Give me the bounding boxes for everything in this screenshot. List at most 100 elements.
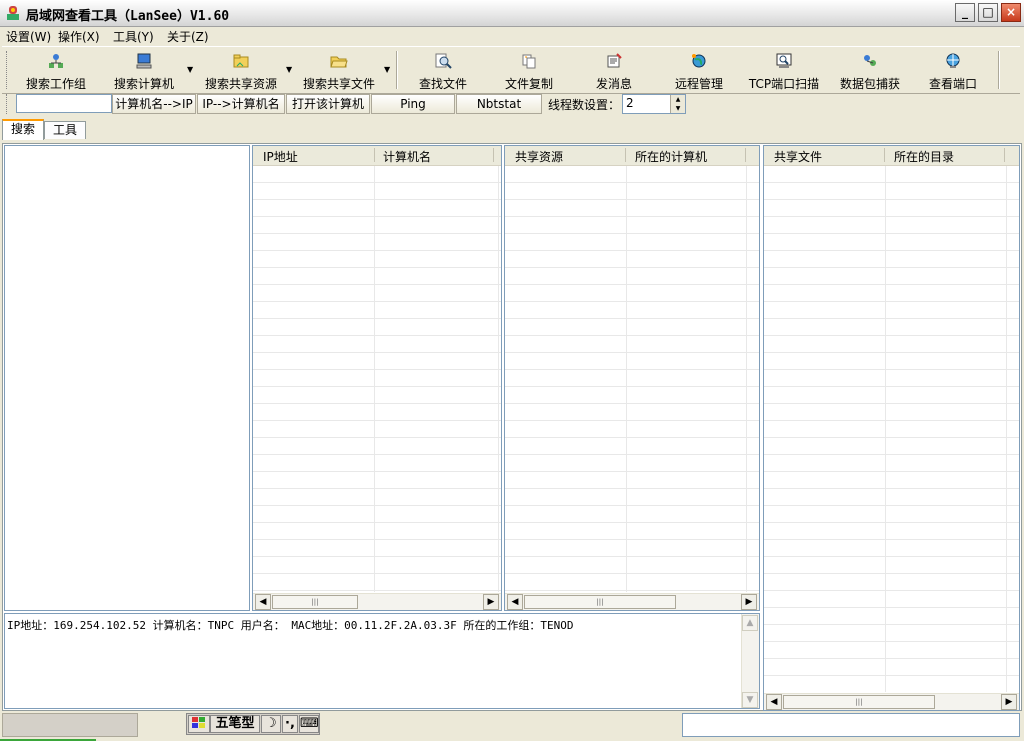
search-workgroup-label: 搜索工作组 — [25, 77, 86, 91]
scroll-left-icon[interactable]: ◀ — [255, 594, 271, 610]
scroll-down-icon[interactable]: ▼ — [742, 692, 758, 708]
scroll-thumb[interactable]: ||| — [524, 595, 676, 609]
host-info-vscrollbar[interactable]: ▲ ▼ — [741, 614, 759, 708]
column-gridline — [1006, 166, 1007, 692]
tab-tools[interactable]: 工具 — [44, 121, 87, 139]
menu-operation[interactable]: 操作(X) — [58, 28, 100, 45]
column-gridline — [498, 166, 499, 592]
ime-mode-label[interactable]: 五笔型 — [210, 715, 260, 733]
computer-list[interactable]: IP地址 计算机名 ◀ ||| ▶ — [252, 145, 502, 611]
thread-count-spinner[interactable]: 2 ▲ ▼ — [622, 94, 686, 114]
status-panel — [2, 713, 138, 737]
find-file-button[interactable]: 查找文件 — [410, 53, 476, 91]
scroll-right-icon[interactable]: ▶ — [483, 594, 499, 610]
title-bar: 局域网查看工具（LanSee）V1.60 _ □ × — [0, 0, 1024, 27]
ime-keyboard-icon[interactable]: ⌨ — [299, 715, 319, 733]
scroll-up-icon[interactable]: ▲ — [742, 615, 758, 631]
search-computer-button[interactable]: 搜索计算机 — [106, 53, 182, 91]
column-divider[interactable] — [745, 148, 746, 162]
column-share-resource[interactable]: 共享资源 — [515, 148, 563, 165]
lookup-toolbar: 计算机名-->IP IP-->计算机名 打开该计算机 Ping Nbtstat … — [2, 92, 1020, 116]
globe-icon — [692, 54, 706, 68]
remote-manage-button[interactable]: 远程管理 — [666, 53, 732, 91]
name-to-ip-button[interactable]: 计算机名-->IP — [112, 94, 196, 114]
spin-down-icon[interactable]: ▼ — [671, 104, 685, 113]
search-shares-dropdown-icon[interactable]: ▼ — [286, 65, 292, 74]
network-tree-panel[interactable] — [4, 145, 250, 611]
menu-tools[interactable]: 工具(Y) — [113, 28, 154, 45]
toolbar-separator — [396, 51, 398, 89]
workgroup-icon — [49, 54, 63, 68]
thread-count-label: 线程数设置： — [548, 98, 621, 112]
menu-about[interactable]: 关于(Z) — [167, 28, 209, 45]
search-shares-button[interactable]: 搜索共享资源 — [200, 53, 282, 91]
share-list-hscrollbar[interactable]: ◀ ||| ▶ — [505, 593, 759, 610]
shared-file-list[interactable]: 共享文件 所在的目录 ◀ ||| ▶ — [763, 145, 1020, 711]
status-message-panel — [682, 713, 1020, 737]
scroll-left-icon[interactable]: ◀ — [507, 594, 523, 610]
minimize-button[interactable]: _ — [955, 3, 975, 22]
lookup-toolbar-grip[interactable] — [6, 94, 10, 114]
app-icon — [7, 6, 19, 20]
search-shared-files-label: 搜索共享文件 — [302, 77, 375, 91]
search-shares-label: 搜索共享资源 — [204, 77, 277, 91]
computer-list-rows — [253, 166, 501, 592]
column-ip-address[interactable]: IP地址 — [263, 148, 298, 165]
copy-file-button[interactable]: 文件复制 — [496, 53, 562, 91]
column-host-computer[interactable]: 所在的计算机 — [635, 148, 707, 165]
column-divider[interactable] — [374, 148, 375, 162]
ping-button[interactable]: Ping — [371, 94, 455, 114]
thread-count-value[interactable]: 2 — [626, 96, 634, 110]
column-computer-name[interactable]: 计算机名 — [383, 148, 431, 165]
scroll-right-icon[interactable]: ▶ — [1001, 694, 1017, 710]
column-divider[interactable] — [1004, 148, 1005, 162]
share-list[interactable]: 共享资源 所在的计算机 ◀ ||| ▶ — [504, 145, 760, 611]
column-divider[interactable] — [884, 148, 885, 162]
tab-search[interactable]: 搜索 — [2, 119, 45, 140]
column-shared-file[interactable]: 共享文件 — [774, 148, 822, 165]
host-input[interactable] — [16, 94, 112, 113]
ime-windows-icon — [192, 717, 205, 728]
search-computer-label: 搜索计算机 — [113, 77, 174, 91]
toolbar-grip[interactable] — [6, 51, 10, 89]
column-divider[interactable] — [493, 148, 494, 162]
search-shared-files-dropdown-icon[interactable]: ▼ — [384, 65, 390, 74]
ip-to-name-button[interactable]: IP-->计算机名 — [197, 94, 285, 114]
column-divider[interactable] — [625, 148, 626, 162]
tcp-port-scan-button[interactable]: TCP端口扫描 — [746, 53, 822, 91]
host-info-text: IP地址：169.254.102.52 计算机名：TNPC 用户名： MAC地址… — [7, 619, 574, 632]
ime-halfwidth-icon[interactable]: ☽ — [261, 715, 281, 733]
search-shared-files-button[interactable]: 搜索共享文件 — [298, 53, 380, 91]
open-computer-button[interactable]: 打开该计算机 — [286, 94, 370, 114]
nbtstat-button[interactable]: Nbtstat — [456, 94, 542, 114]
menu-settings[interactable]: 设置(W) — [6, 28, 51, 45]
search-workgroup-button[interactable]: 搜索工作组 — [20, 53, 92, 91]
host-info-textarea[interactable]: IP地址：169.254.102.52 计算机名：TNPC 用户名： MAC地址… — [4, 613, 760, 709]
find-file-label: 查找文件 — [418, 77, 467, 91]
scroll-right-icon[interactable]: ▶ — [741, 594, 757, 610]
column-gridline — [746, 166, 747, 592]
ime-toolbar[interactable]: 五笔型 ☽ ·, ⌨ — [186, 713, 320, 735]
shared-file-list-hscrollbar[interactable]: ◀ ||| ▶ — [764, 693, 1019, 710]
shared-folder-icon — [233, 54, 249, 68]
column-directory[interactable]: 所在的目录 — [894, 148, 954, 165]
ime-logo-icon[interactable] — [188, 715, 210, 733]
network-globe-icon — [946, 53, 960, 68]
scroll-left-icon[interactable]: ◀ — [766, 694, 782, 710]
open-folder-icon — [330, 56, 348, 68]
close-button[interactable]: × — [1001, 3, 1021, 22]
view-ports-button[interactable]: 查看端口 — [920, 53, 986, 91]
spin-up-icon[interactable]: ▲ — [671, 95, 685, 104]
maximize-button[interactable]: □ — [978, 3, 998, 22]
port-scan-icon — [776, 53, 792, 68]
remote-manage-label: 远程管理 — [674, 77, 723, 91]
scroll-thumb[interactable]: ||| — [272, 595, 358, 609]
packet-capture-icon — [864, 55, 876, 66]
search-computer-dropdown-icon[interactable]: ▼ — [187, 65, 193, 74]
scroll-thumb[interactable]: ||| — [783, 695, 935, 709]
ime-punctuation-icon[interactable]: ·, — [282, 715, 298, 733]
send-message-button[interactable]: 发消息 — [582, 53, 646, 91]
computer-list-hscrollbar[interactable]: ◀ ||| ▶ — [253, 593, 501, 610]
packet-capture-button[interactable]: 数据包捕获 — [834, 53, 906, 91]
copy-file-label: 文件复制 — [504, 77, 553, 91]
